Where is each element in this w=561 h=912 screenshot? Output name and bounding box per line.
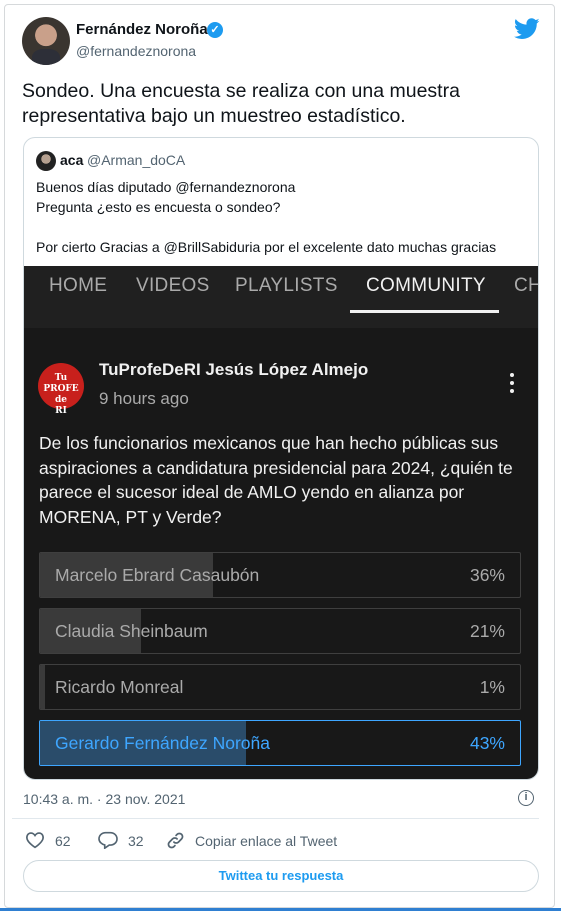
- youtube-channel-tabs: HOME VIDEOS PLAYLISTS COMMUNITY CH: [24, 266, 538, 328]
- poll-option: Marcelo Ebrard Casaubón 36%: [39, 552, 521, 598]
- tab-videos: VIDEOS: [136, 275, 210, 296]
- twitter-bird-icon[interactable]: [514, 18, 540, 40]
- quoted-line: Buenos días diputado @fernandeznorona: [36, 179, 296, 195]
- copy-link-label: Copiar enlace al Tweet: [195, 833, 338, 849]
- poll-option-percent: 36%: [469, 565, 505, 585]
- poll-option-selected: Gerardo Fernández Noroña 43%: [39, 720, 521, 766]
- page-bottom-border: [0, 908, 561, 911]
- tab-channels: CH: [514, 275, 538, 296]
- tab-community: COMMUNITY: [366, 275, 486, 296]
- quoted-handle: @Arman_doCA: [87, 152, 186, 168]
- quoted-name: aca: [60, 152, 84, 168]
- quoted-tweet[interactable]: aca @Arman_doCA Buenos días diputado @fe…: [23, 137, 539, 780]
- tab-home: HOME: [49, 275, 108, 296]
- like-count: 62: [55, 833, 71, 849]
- post-author: TuProfeDeRI Jesús López Almejo: [99, 360, 369, 379]
- info-icon[interactable]: i: [518, 790, 534, 806]
- reply-icon: [98, 831, 118, 849]
- verified-badge-icon: ✓: [207, 22, 223, 38]
- divider: [12, 818, 539, 819]
- tab-playlists: PLAYLISTS: [235, 275, 338, 296]
- poll-option-label: Gerardo Fernández Noroña: [55, 733, 270, 753]
- poll-option-label: Claudia Sheinbaum: [55, 621, 208, 641]
- poll-fill-bar: [40, 665, 45, 709]
- author-name[interactable]: Fernández Noroña: [76, 21, 208, 38]
- poll-option-label: Ricardo Monreal: [55, 677, 184, 697]
- poll-option: Claudia Sheinbaum 21%: [39, 608, 521, 654]
- active-tab-indicator: [350, 310, 499, 313]
- heart-icon: [26, 832, 44, 849]
- poll-option-label: Marcelo Ebrard Casaubón: [55, 565, 260, 585]
- poll-option-percent: 43%: [469, 733, 505, 753]
- quoted-line: Pregunta ¿esto es encuesta o sondeo?: [36, 199, 281, 215]
- poll-question: De los funcionarios mexicanos que han he…: [39, 433, 513, 527]
- quoted-line: [36, 217, 531, 237]
- channel-avatar: Tu PROFE de RI: [38, 363, 84, 416]
- poll-option-percent: 1%: [479, 677, 505, 697]
- quoted-line: Por cierto Gracias a @BrillSabiduria por…: [36, 239, 497, 255]
- post-time: 9 hours ago: [99, 389, 189, 408]
- poll-option-percent: 21%: [469, 621, 505, 641]
- link-icon: [167, 832, 184, 849]
- tweet-timestamp[interactable]: 10:43 a. m. · 23 nov. 2021: [23, 791, 185, 807]
- author-avatar[interactable]: [22, 17, 70, 65]
- tweet-reply-button[interactable]: Twittea tu respuesta: [23, 860, 539, 892]
- quoted-text: Buenos días diputado @fernandeznorona Pr…: [36, 177, 531, 257]
- reply-count: 32: [128, 833, 144, 849]
- author-handle[interactable]: @fernandeznorona: [76, 43, 196, 59]
- youtube-screenshot: HOME VIDEOS PLAYLISTS COMMUNITY CH TuPRO…: [24, 266, 538, 779]
- quoted-avatar: [36, 151, 56, 171]
- tweet-text: Sondeo. Una encuesta se realiza con una …: [22, 80, 460, 127]
- poll-option: Ricardo Monreal 1%: [39, 664, 521, 710]
- more-options-icon: [510, 373, 514, 393]
